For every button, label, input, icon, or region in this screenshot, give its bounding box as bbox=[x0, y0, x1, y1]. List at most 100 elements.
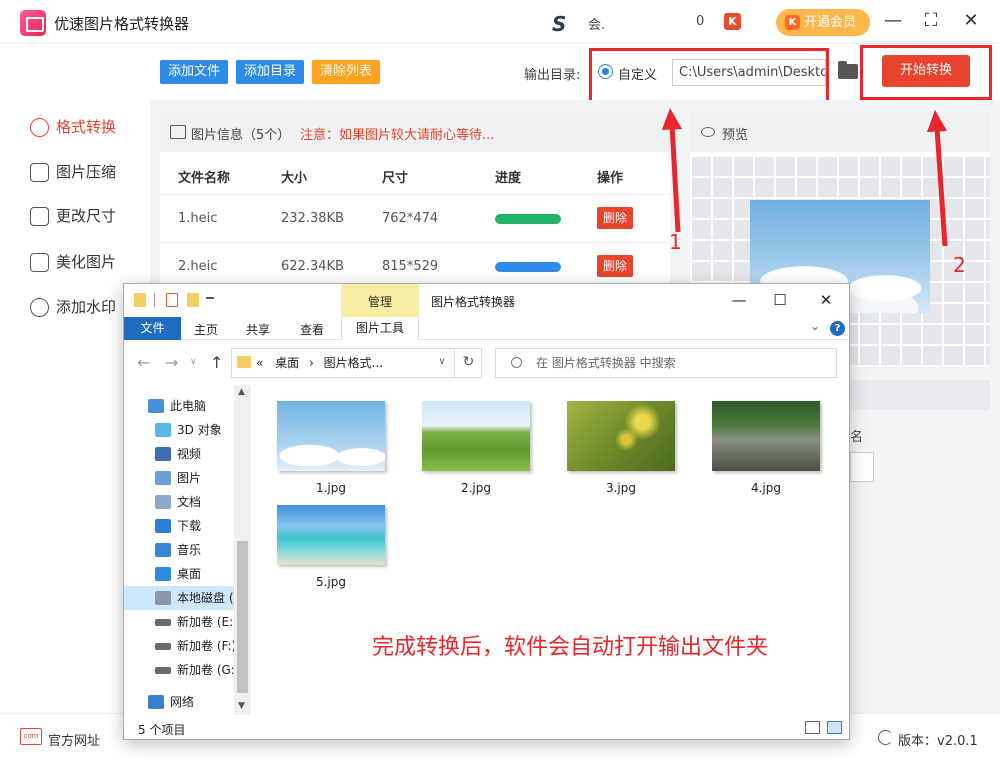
sidebar-item-compress[interactable]: 图片压缩 bbox=[30, 160, 116, 184]
tab-picture-tools[interactable]: 图片工具 bbox=[341, 317, 419, 340]
explorer-maximize-button[interactable]: ☐ bbox=[769, 290, 791, 310]
chevron-down-icon[interactable]: ⌄ bbox=[810, 319, 820, 333]
address-crumb-folder[interactable]: 图片格式... bbox=[324, 356, 383, 370]
video-icon bbox=[155, 447, 171, 461]
sidebar-item-label: 更改尺寸 bbox=[56, 207, 117, 225]
file-name: 4.jpg bbox=[750, 481, 782, 495]
address-overflow: « bbox=[256, 356, 264, 370]
app-titlebar: 优速图片格式转换器 S 会. 0 K K 开通会员 — ⛶ ✕ bbox=[0, 0, 1000, 44]
table-row: 1.heic 232.38KB 762*474 删除 bbox=[160, 194, 670, 242]
drive-icon bbox=[155, 643, 171, 650]
file-item[interactable]: 4.jpg bbox=[712, 401, 820, 495]
search-placeholder: 在 图片格式转换器 中搜索 bbox=[536, 356, 676, 370]
vip-icon: K bbox=[785, 15, 800, 30]
image-icon bbox=[170, 125, 186, 139]
nav-item-label: 桌面 bbox=[177, 567, 202, 581]
customize-toolbar-icon[interactable] bbox=[206, 297, 214, 305]
sidebar-item-beautify[interactable]: 美化图片 bbox=[30, 250, 116, 274]
close-button[interactable]: ✕ bbox=[960, 10, 982, 32]
explorer-close-button[interactable]: ✕ bbox=[815, 290, 837, 310]
col-header-progress: 进度 bbox=[495, 171, 522, 186]
large-icons-view-icon[interactable] bbox=[827, 721, 842, 734]
coin-icon: K bbox=[724, 13, 741, 30]
maximize-button[interactable]: ⛶ bbox=[920, 10, 942, 32]
cube-icon bbox=[155, 423, 171, 437]
manage-tab[interactable]: 管理 bbox=[341, 284, 419, 317]
delete-button[interactable]: 删除 bbox=[597, 207, 634, 229]
nav-item-volume-e[interactable]: 新加卷 (E:) bbox=[155, 610, 238, 634]
new-folder-icon[interactable] bbox=[187, 293, 199, 307]
nav-item-documents[interactable]: 文档 bbox=[155, 490, 201, 514]
nav-item-videos[interactable]: 视频 bbox=[155, 442, 201, 466]
refresh-icon[interactable]: ↻ bbox=[454, 348, 482, 378]
clear-list-button[interactable]: 清除列表 bbox=[312, 60, 381, 84]
forward-arrow-icon[interactable]: → bbox=[165, 353, 178, 372]
folder-icon bbox=[237, 356, 251, 368]
tab-view[interactable]: 查看 bbox=[300, 321, 324, 338]
minimize-button[interactable]: — bbox=[882, 10, 904, 32]
nav-item-label: 文档 bbox=[177, 495, 202, 509]
nav-item-volume-f[interactable]: 新加卷 (F:) bbox=[155, 634, 236, 658]
nav-item-desktop[interactable]: 桌面 bbox=[155, 562, 201, 586]
folder-icon[interactable] bbox=[838, 61, 858, 79]
scroll-thumb[interactable] bbox=[237, 541, 248, 693]
scroll-up-icon[interactable]: ▲ bbox=[238, 387, 245, 397]
address-bar-row: ← → ∨ ↑ « 桌面 › 图片格式... ∨ ↻ 在 图片格式转换器 中搜索 bbox=[124, 341, 849, 385]
tab-home[interactable]: 主页 bbox=[194, 321, 218, 338]
nav-item-this-pc[interactable]: 此电脑 bbox=[148, 394, 206, 418]
address-crumb-desktop[interactable]: 桌面 bbox=[275, 356, 299, 370]
tab-share[interactable]: 共享 bbox=[246, 321, 270, 338]
vip-button[interactable]: K 开通会员 bbox=[776, 9, 870, 36]
select-fragment[interactable] bbox=[850, 452, 874, 482]
thumbnail-image bbox=[712, 401, 820, 471]
recent-dropdown-icon[interactable]: ∨ bbox=[190, 357, 197, 367]
scroll-down-icon[interactable]: ▼ bbox=[238, 701, 245, 711]
refresh-version-icon bbox=[878, 730, 893, 745]
file-item[interactable]: 3.jpg bbox=[567, 401, 675, 495]
resize-icon bbox=[30, 207, 49, 226]
nav-item-downloads[interactable]: 下载 bbox=[155, 514, 201, 538]
add-file-button[interactable]: 添加文件 bbox=[160, 60, 229, 84]
tab-file[interactable]: 文件 bbox=[124, 317, 181, 340]
nav-item-music[interactable]: 音乐 bbox=[155, 538, 201, 562]
add-folder-button[interactable]: 添加目录 bbox=[236, 60, 305, 84]
progress-bar bbox=[495, 214, 561, 224]
nav-scrollbar[interactable]: ▲ ▼ bbox=[234, 385, 251, 715]
up-arrow-icon[interactable]: ↑ bbox=[210, 353, 223, 372]
nav-item-label: 图片 bbox=[177, 471, 202, 485]
explorer-minimize-button[interactable]: — bbox=[728, 290, 750, 310]
marker-2: 2 bbox=[953, 253, 966, 277]
nav-item-local-disk[interactable]: 本地磁盘 ( bbox=[124, 586, 234, 610]
delete-button[interactable]: 删除 bbox=[597, 255, 634, 277]
nav-item-label: 新加卷 (E:) bbox=[177, 615, 238, 629]
watermark-icon bbox=[30, 298, 49, 317]
search-icon bbox=[511, 357, 522, 368]
search-input[interactable]: 在 图片格式转换器 中搜索 bbox=[495, 348, 837, 378]
sidebar-item-resize[interactable]: 更改尺寸 bbox=[30, 204, 116, 228]
status-bar: 5 个项目 bbox=[124, 717, 849, 739]
file-name: 2.jpg bbox=[460, 481, 492, 495]
nav-item-3d-objects[interactable]: 3D 对象 bbox=[155, 418, 222, 442]
back-arrow-icon[interactable]: ← bbox=[137, 353, 150, 372]
annotation-text: 完成转换后，软件会自动打开输出文件夹 bbox=[372, 635, 769, 660]
sidebar-item-watermark[interactable]: 添加水印 bbox=[30, 295, 116, 319]
address-dropdown-icon[interactable]: ∨ bbox=[430, 348, 454, 378]
file-name: 1.heic bbox=[178, 211, 218, 226]
help-icon[interactable]: ? bbox=[830, 321, 845, 336]
user-name[interactable]: 会. bbox=[588, 14, 605, 33]
sidebar-item-format-convert[interactable]: 格式转换 bbox=[30, 115, 116, 139]
thumbnail-image bbox=[277, 401, 385, 471]
nav-item-volume-g[interactable]: 新加卷 (G: bbox=[155, 658, 235, 682]
details-view-icon[interactable] bbox=[805, 721, 820, 734]
file-item[interactable]: 5.jpg bbox=[277, 505, 385, 589]
col-header-size: 大小 bbox=[281, 171, 308, 186]
properties-icon[interactable] bbox=[166, 293, 178, 307]
file-item[interactable]: 2.jpg bbox=[422, 401, 530, 495]
official-site-link[interactable]: 官方网址 bbox=[48, 730, 100, 749]
document-icon bbox=[155, 495, 171, 509]
desktop-icon bbox=[155, 567, 171, 581]
nav-item-pictures[interactable]: 图片 bbox=[155, 466, 201, 490]
nav-item-network[interactable]: 网络 bbox=[148, 690, 194, 714]
sidebar-item-label: 美化图片 bbox=[56, 253, 117, 271]
file-item[interactable]: 1.jpg bbox=[277, 401, 385, 495]
